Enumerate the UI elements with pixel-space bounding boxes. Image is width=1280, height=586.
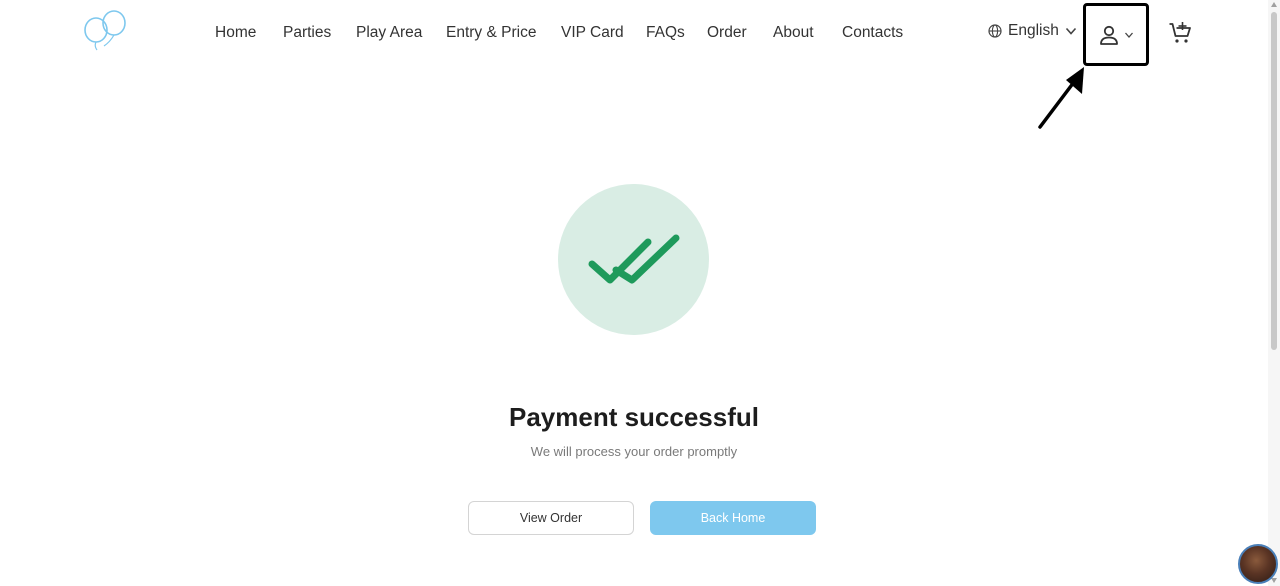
nav-faqs[interactable]: FAQs — [646, 24, 685, 42]
back-home-button[interactable]: Back Home — [650, 501, 816, 535]
scroll-down-icon[interactable] — [1271, 578, 1277, 583]
vertical-scrollbar[interactable] — [1268, 0, 1280, 586]
language-label: English — [1008, 22, 1059, 39]
annotation-arrow-icon — [1038, 67, 1084, 129]
nav-order[interactable]: Order — [707, 24, 747, 42]
globe-icon — [988, 24, 1002, 38]
nav-contacts[interactable]: Contacts — [842, 24, 903, 42]
nav-about[interactable]: About — [773, 24, 814, 42]
chevron-down-icon — [1125, 32, 1133, 38]
scroll-up-icon[interactable] — [1271, 2, 1277, 7]
nav-parties[interactable]: Parties — [283, 24, 331, 42]
user-icon — [1100, 25, 1118, 45]
page-subtitle: We will process your order promptly — [530, 444, 738, 459]
cart-plus-icon[interactable] — [1168, 21, 1192, 45]
nav-entry-price[interactable]: Entry & Price — [446, 24, 536, 42]
main-nav: Home Parties Play Area Entry & Price VIP… — [0, 0, 1270, 66]
double-check-icon — [588, 234, 680, 284]
nav-vip-card[interactable]: VIP Card — [561, 24, 624, 42]
language-selector[interactable]: English — [988, 22, 1077, 40]
page-title: Payment successful — [508, 402, 759, 432]
nav-play-area[interactable]: Play Area — [356, 24, 422, 42]
nav-home[interactable]: Home — [215, 24, 256, 42]
view-order-button[interactable]: View Order — [468, 501, 634, 535]
user-menu-button[interactable] — [1083, 3, 1149, 66]
scrollbar-thumb[interactable] — [1271, 12, 1277, 350]
chat-avatar[interactable] — [1238, 544, 1278, 584]
site-header: Home Parties Play Area Entry & Price VIP… — [0, 0, 1270, 66]
chevron-down-icon — [1065, 27, 1076, 35]
